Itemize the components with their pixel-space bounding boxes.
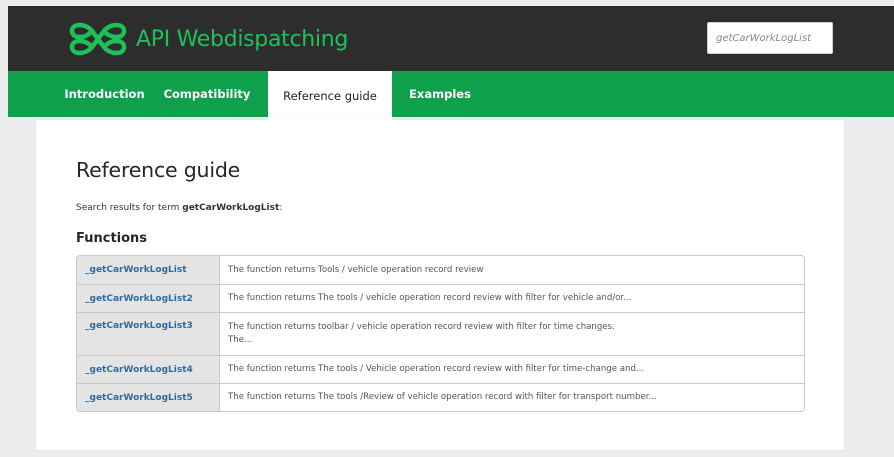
function-link[interactable]: _getCarWorkLogList4 (77, 356, 219, 383)
function-description: The function returns The tools / Vehicle… (219, 356, 804, 383)
function-link[interactable]: _getCarWorkLogList (77, 256, 219, 284)
search-summary: Search results for term getCarWorkLogLis… (76, 203, 282, 213)
table-row: _getCarWorkLogList2 The function returns… (77, 284, 804, 312)
table-row: _getCarWorkLogList5 The function returns… (77, 383, 804, 411)
table-row: _getCarWorkLogList3 The function returns… (77, 312, 804, 355)
table-row: _getCarWorkLogList4 The function returns… (77, 355, 804, 383)
function-description-line: The function returns The tools /Review o… (228, 392, 657, 402)
functions-table: _getCarWorkLogList The function returns … (76, 255, 805, 412)
top-header: API Webdispatching (8, 6, 894, 71)
content-card: Reference guide Search results for term … (36, 120, 844, 450)
function-description-line: The function returns Tools / vehicle ope… (228, 264, 484, 275)
function-description: The function returns Tools / vehicle ope… (219, 256, 804, 284)
functions-heading: Functions (76, 231, 148, 246)
search-input[interactable] (707, 22, 833, 54)
function-description: The function returns The tools /Review o… (219, 384, 804, 411)
function-description-continuation: The... (228, 335, 253, 345)
tab-reference-guide[interactable]: Reference guide (268, 71, 392, 120)
table-row: _getCarWorkLogList The function returns … (77, 256, 804, 284)
function-link[interactable]: _getCarWorkLogList3 (77, 313, 219, 355)
function-link[interactable]: _getCarWorkLogList2 (77, 285, 219, 312)
function-description-line: The function returns The tools / Vehicle… (228, 364, 645, 374)
search-summary-prefix: Search results for term (76, 203, 183, 213)
function-description: The function returns The tools / vehicle… (219, 285, 804, 312)
function-description-line: The function returns toolbar / vehicle o… (228, 322, 615, 332)
function-link[interactable]: _getCarWorkLogList5 (77, 384, 219, 411)
main-nav: Introduction Compatibility Reference gui… (8, 71, 894, 120)
function-description: The function returns toolbar / vehicle o… (219, 313, 804, 355)
infinity-links-logo-icon (69, 22, 127, 56)
tab-introduction[interactable]: Introduction (64, 71, 144, 117)
page-title: Reference guide (76, 158, 241, 182)
tab-examples[interactable]: Examples (404, 71, 476, 117)
search-summary-term: getCarWorkLogList (182, 203, 280, 213)
search-summary-suffix: : (279, 203, 283, 213)
app-title: API Webdispatching (136, 26, 349, 52)
function-description-line: The function returns The tools / vehicle… (228, 293, 632, 303)
tab-compatibility[interactable]: Compatibility (161, 71, 253, 117)
brand-logo[interactable]: API Webdispatching (66, 19, 348, 59)
